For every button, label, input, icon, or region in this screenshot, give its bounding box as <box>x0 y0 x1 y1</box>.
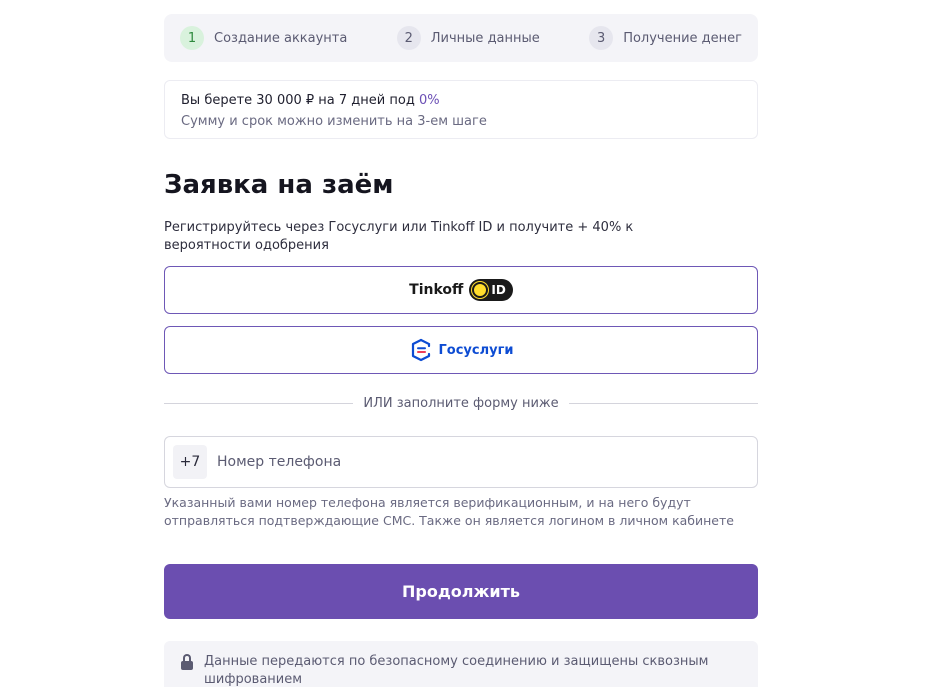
loan-summary-card: Вы берете 30 000 ₽ на 7 дней под 0% Сумм… <box>164 80 758 139</box>
security-notice-text: Данные передаются по безопасному соедине… <box>204 654 709 687</box>
progress-stepper: 1 Создание аккаунта 2 Личные данные 3 По… <box>164 14 758 62</box>
loan-summary-note: Сумму и срок можно изменить на 3-ем шаге <box>181 114 487 129</box>
step-label: Личные данные <box>430 30 540 46</box>
lock-icon <box>180 654 194 687</box>
divider-line <box>568 402 759 404</box>
step-label: Создание аккаунта <box>214 30 348 46</box>
step-number: 2 <box>396 26 421 50</box>
continue-button[interactable]: Продолжить <box>164 564 758 619</box>
phone-field[interactable]: +7 <box>164 436 758 488</box>
page-title: Заявка на заём <box>164 170 394 200</box>
loan-summary-text: Вы берете 30 000 ₽ на 7 дней под 0% <box>181 93 741 109</box>
step-number: 1 <box>180 26 204 50</box>
tinkoff-id-button[interactable]: Tinkoff ID <box>164 266 758 314</box>
step-number: 3 <box>589 26 614 50</box>
divider-line <box>164 402 354 404</box>
tinkoff-id-logo-icon: ID <box>469 279 513 301</box>
security-notice: Данные передаются по безопасному соедине… <box>164 641 758 687</box>
interest-rate: 0% <box>418 93 440 108</box>
step-label: Получение денег <box>623 30 742 46</box>
gosuslugi-logo-icon <box>411 338 430 362</box>
tinkoff-id-badge-text: ID <box>491 283 506 297</box>
divider-text: ИЛИ заполните форму ниже <box>363 395 559 411</box>
step-create-account: 1 Создание аккаунта <box>180 26 347 50</box>
country-code-prefix: +7 <box>173 445 207 479</box>
gosuslugi-button[interactable]: Госуслуги <box>164 326 758 374</box>
tinkoff-coin-icon <box>472 282 489 298</box>
phone-input[interactable] <box>217 437 757 487</box>
step-get-money: 3 Получение денег <box>589 26 742 50</box>
loan-summary-amount: Вы берете 30 000 ₽ на 7 дней под <box>181 93 419 108</box>
step-personal-data: 2 Личные данные <box>396 26 540 50</box>
gosuslugi-label: Госуслуги <box>438 342 514 358</box>
phone-hint: Указанный вами номер телефона является в… <box>164 495 734 528</box>
registration-description: Регистрируйтесь через Госуслуги или Tink… <box>164 220 634 253</box>
tinkoff-label: Tinkoff <box>409 282 464 298</box>
or-divider: ИЛИ заполните форму ниже <box>164 394 759 412</box>
